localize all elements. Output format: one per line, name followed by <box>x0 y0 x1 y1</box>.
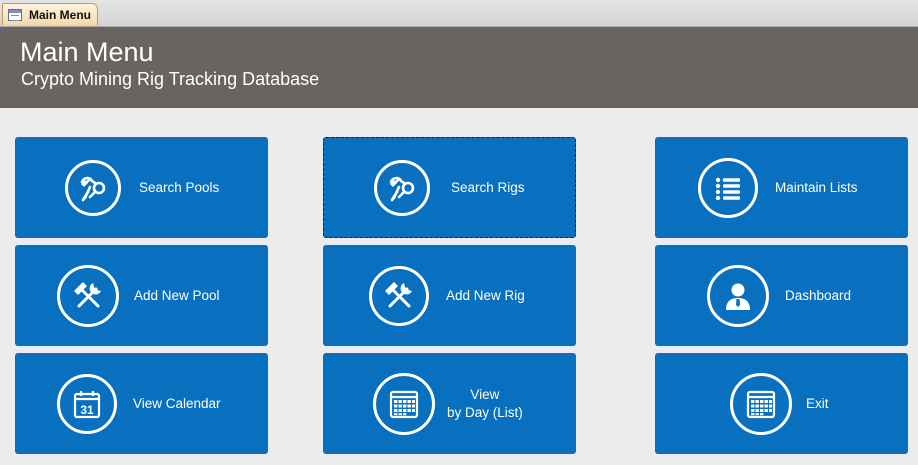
view-by-day-label-line2: by Day (List) <box>447 404 523 420</box>
list-icon <box>698 157 758 218</box>
view-calendar-label: View Calendar <box>133 395 221 411</box>
tools-search-icon <box>65 159 121 216</box>
view-calendar-button[interactable]: View Calendar <box>15 353 268 454</box>
view-by-day-label: View by Day (List) <box>447 353 523 454</box>
exit-label: Exit <box>806 395 829 411</box>
page-subtitle: Crypto Mining Rig Tracking Database <box>21 69 320 89</box>
search-rigs-label: Search Rigs <box>451 179 525 195</box>
calendar-grid-icon <box>730 372 792 435</box>
maintain-lists-label: Maintain Lists <box>775 179 858 195</box>
hammer-wrench-icon <box>369 265 429 326</box>
add-new-rig-label: Add New Rig <box>446 287 525 303</box>
page-title: Main Menu <box>20 37 154 67</box>
tools-search-icon <box>374 159 430 216</box>
form-icon <box>8 8 22 21</box>
person-icon <box>707 264 769 327</box>
search-pools-button[interactable]: Search Pools <box>15 137 268 238</box>
document-tab-strip: Main Menu <box>0 0 918 27</box>
dashboard-button[interactable]: Dashboard <box>655 245 908 346</box>
search-pools-label: Search Pools <box>139 179 220 195</box>
tab-label: Main Menu <box>29 7 91 22</box>
form-header: Main Menu Crypto Mining Rig Tracking Dat… <box>0 27 918 108</box>
exit-button[interactable]: Exit <box>655 353 908 454</box>
calendar-grid-icon <box>373 372 435 435</box>
add-new-pool-label: Add New Pool <box>134 287 220 303</box>
view-by-day-list-button[interactable]: View by Day (List) <box>323 353 576 454</box>
maintain-lists-button[interactable]: Maintain Lists <box>655 137 908 238</box>
tab-main-menu[interactable]: Main Menu <box>2 3 98 25</box>
add-new-pool-button[interactable]: Add New Pool <box>15 245 268 346</box>
hammer-wrench-icon <box>57 264 119 327</box>
search-rigs-button[interactable]: Search Rigs <box>323 137 576 238</box>
dashboard-label: Dashboard <box>785 287 852 303</box>
view-by-day-label-line1: View <box>470 386 500 402</box>
add-new-rig-button[interactable]: Add New Rig <box>323 245 576 346</box>
calendar-31-icon <box>57 373 117 434</box>
